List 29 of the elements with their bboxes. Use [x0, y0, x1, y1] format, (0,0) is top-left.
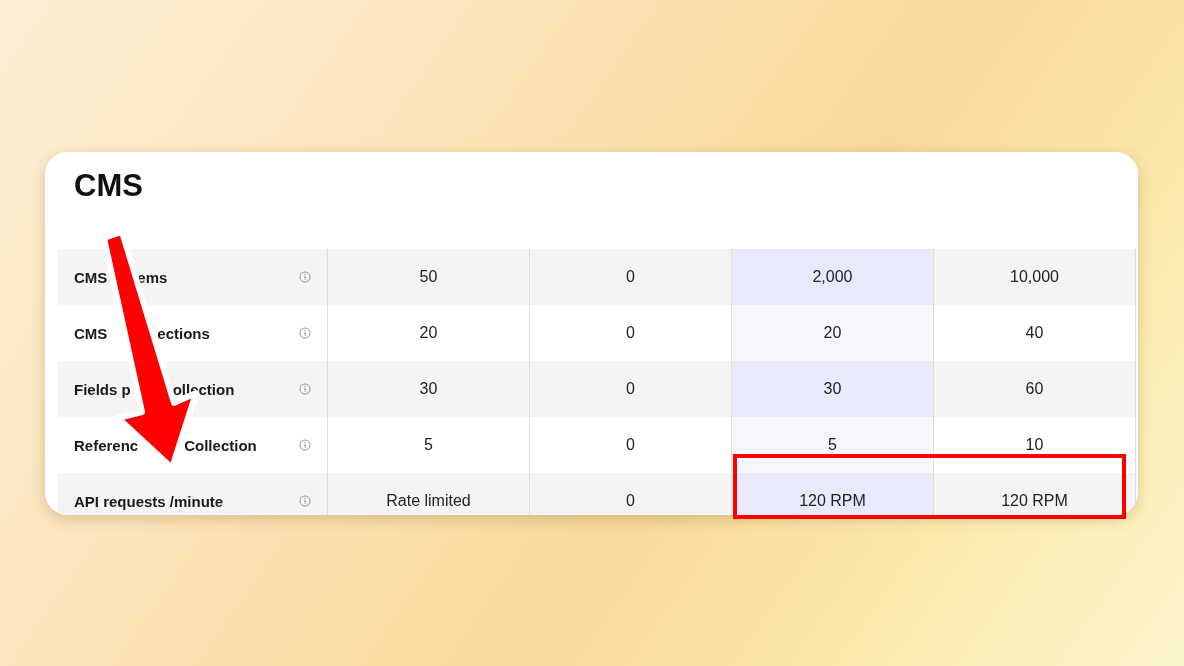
info-icon[interactable] — [299, 327, 311, 339]
info-icon[interactable] — [299, 383, 311, 395]
table-cell: 0 — [530, 361, 732, 417]
row-label: ollection — [172, 380, 235, 398]
row-label: CMS — [74, 324, 108, 342]
table-cell: 60 — [934, 361, 1136, 417]
section-title: CMS — [73, 167, 144, 205]
table-cell: 120 RPM — [934, 473, 1136, 515]
info-icon[interactable] — [299, 439, 311, 451]
row-label: ems — [137, 268, 168, 286]
table-cell: 0 — [530, 249, 732, 305]
table-cell: 0 — [530, 473, 732, 515]
row-label: CMS — [74, 268, 108, 286]
table-cell: Rate limited — [328, 473, 530, 515]
table-cell: 10,000 — [934, 249, 1136, 305]
row-label: ections — [157, 324, 210, 342]
row-label: Fields p — [74, 380, 131, 398]
row-label: Referenc — [74, 436, 139, 454]
row-label: API requests /minute — [74, 492, 224, 510]
table-cell: 120 RPM — [732, 473, 934, 515]
table-cell: 30 — [328, 361, 530, 417]
table-cell: 20 — [732, 305, 934, 361]
table-cell: 30 — [732, 361, 934, 417]
row-label: Collection — [184, 436, 257, 454]
info-icon[interactable] — [299, 271, 311, 283]
info-icon[interactable] — [299, 495, 311, 507]
table-cell: 50 — [328, 249, 530, 305]
table-cell: 2,000 — [732, 249, 934, 305]
table-cell: 5 — [732, 417, 934, 473]
